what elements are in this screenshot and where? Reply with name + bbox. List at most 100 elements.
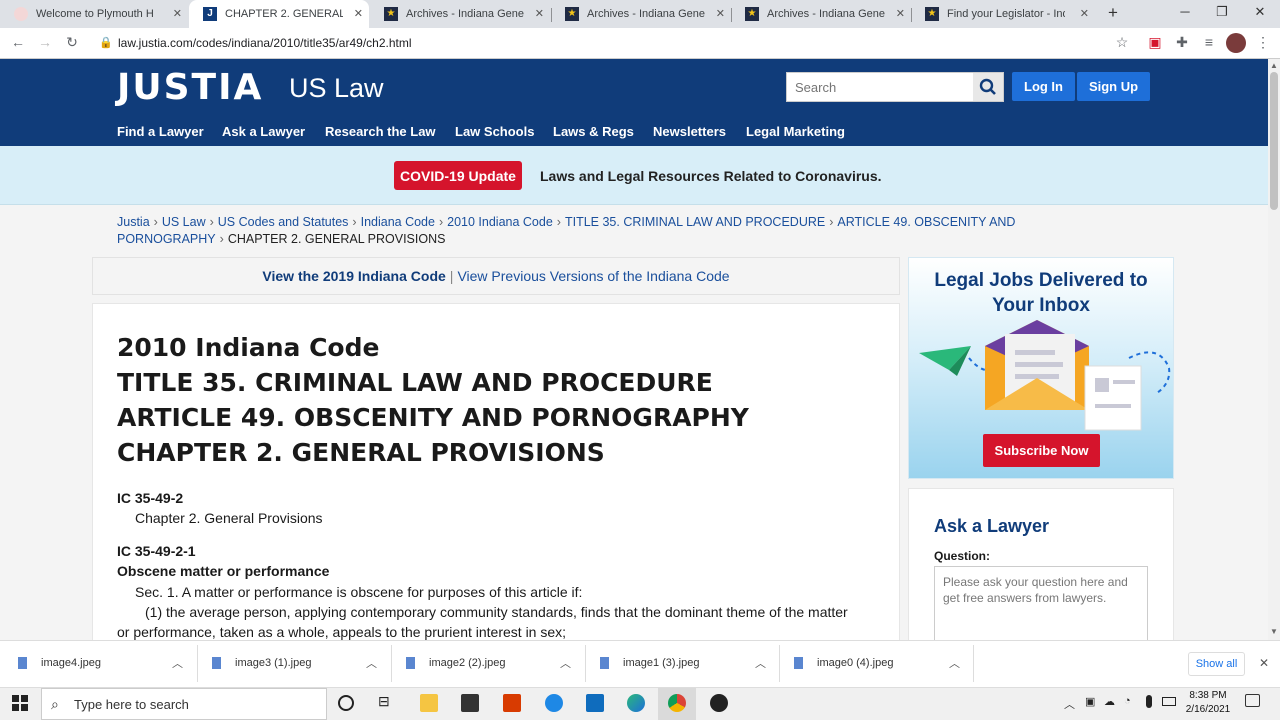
nav-laws-regs[interactable]: Laws & Regs xyxy=(553,124,634,139)
taskbar-clock[interactable]: 8:38 PM 2/16/2021 xyxy=(1177,689,1239,717)
close-window-icon[interactable]: ✕ xyxy=(1250,4,1270,20)
extensions-puzzle-icon[interactable]: ✚ xyxy=(1173,34,1191,51)
microphone-icon[interactable] xyxy=(1146,695,1152,708)
battery-icon[interactable] xyxy=(1162,697,1176,706)
breadcrumb-separator-icon: › xyxy=(219,232,224,246)
tray-chevron-up-icon[interactable]: ︿ xyxy=(1064,696,1075,712)
previous-versions-link[interactable]: View Previous Versions of the Indiana Co… xyxy=(457,268,729,284)
close-downloads-icon[interactable]: ✕ xyxy=(1259,656,1269,670)
breadcrumb-2010-code[interactable]: 2010 Indiana Code xyxy=(447,215,553,229)
chevron-up-icon[interactable]: ︿ xyxy=(366,655,377,671)
search-icon: ⌕ xyxy=(51,696,59,712)
current-version-link[interactable]: View the 2019 Indiana Code xyxy=(262,268,445,284)
url-field[interactable]: law.justia.com/codes/indiana/2010/title3… xyxy=(118,36,412,50)
notification-center-icon[interactable] xyxy=(1245,694,1260,707)
restore-icon[interactable]: ❐ xyxy=(1212,4,1232,20)
extension-shield-icon[interactable]: ▣ xyxy=(1146,34,1164,51)
chrome-icon[interactable] xyxy=(668,694,686,712)
bookmark-star-icon[interactable]: ☆ xyxy=(1113,34,1131,51)
download-item[interactable]: image1 (3).jpeg xyxy=(600,657,699,669)
nav-research-law[interactable]: Research the Law xyxy=(325,124,436,139)
close-tab-icon[interactable]: ✕ xyxy=(173,7,182,20)
back-icon[interactable]: ← xyxy=(9,34,27,50)
menu-kebab-icon[interactable]: ⋮ xyxy=(1254,34,1272,51)
lock-icon[interactable]: 🔒 xyxy=(97,36,115,49)
network-icon[interactable]: ◔ xyxy=(1124,695,1131,707)
mail-icon[interactable] xyxy=(586,694,604,712)
app-icon[interactable] xyxy=(545,694,563,712)
scroll-down-icon[interactable]: ▼ xyxy=(1270,627,1278,636)
tab-find-legislator[interactable]: ★ Find your Legislator - Indian ✕ xyxy=(911,0,1095,28)
subscribe-now-button[interactable]: Subscribe Now xyxy=(983,434,1100,467)
tab-chapter-2[interactable]: J CHAPTER 2. GENERAL PROVI ✕ xyxy=(189,0,369,28)
nav-newsletters[interactable]: Newsletters xyxy=(653,124,726,139)
download-item[interactable]: image0 (4).jpeg xyxy=(794,657,893,669)
chapter-heading: CHAPTER 2. GENERAL PROVISIONS xyxy=(117,438,605,467)
minimize-icon[interactable]: ─ xyxy=(1175,4,1195,19)
justia-logo[interactable]: JUSTIA xyxy=(117,67,263,108)
section-text: or performance, taken as a whole, appeal… xyxy=(117,624,567,640)
search-input[interactable] xyxy=(787,73,973,101)
tab-archives-3[interactable]: ★ Archives - Indiana General A ✕ xyxy=(731,0,911,28)
nav-find-lawyer[interactable]: Find a Lawyer xyxy=(117,124,204,139)
download-item[interactable]: image2 (2).jpeg xyxy=(406,657,505,669)
reading-list-icon[interactable]: ≡ xyxy=(1200,34,1218,50)
breadcrumb-us-law[interactable]: US Law xyxy=(162,215,206,229)
close-tab-icon[interactable]: ✕ xyxy=(896,7,905,20)
store-icon[interactable] xyxy=(461,694,479,712)
question-textarea[interactable]: Please ask your question here and get fr… xyxy=(934,566,1148,646)
download-item[interactable]: image3 (1).jpeg xyxy=(212,657,311,669)
tab-archives-1[interactable]: ★ Archives - Indiana General A ✕ xyxy=(370,0,550,28)
justia-favicon-icon: J xyxy=(203,7,217,21)
scroll-up-icon[interactable]: ▲ xyxy=(1270,61,1278,70)
signup-button[interactable]: Sign Up xyxy=(1077,72,1150,101)
section-text: (1) the average person, applying contemp… xyxy=(145,604,848,620)
show-all-downloads-button[interactable]: Show all xyxy=(1188,652,1245,676)
nav-law-schools[interactable]: Law Schools xyxy=(455,124,534,139)
close-tab-icon[interactable]: ✕ xyxy=(535,7,544,20)
browser-tab-strip: Welcome to Plymouth High S ✕ J CHAPTER 2… xyxy=(0,0,1280,28)
scrollbar-thumb[interactable] xyxy=(1270,72,1278,210)
logo-subtitle[interactable]: US Law xyxy=(289,73,384,104)
reload-icon[interactable]: ↻ xyxy=(63,34,81,51)
nav-legal-marketing[interactable]: Legal Marketing xyxy=(746,124,845,139)
section-text: Sec. 1. A matter or performance is obsce… xyxy=(135,584,583,600)
close-tab-icon[interactable]: ✕ xyxy=(1080,7,1089,20)
windows-start-icon[interactable] xyxy=(12,695,28,716)
download-item[interactable]: image4.jpeg xyxy=(18,657,101,669)
tray-app-icon[interactable]: ▣ xyxy=(1085,695,1095,708)
new-tab-icon[interactable]: + xyxy=(1103,3,1123,23)
breadcrumb-title-35[interactable]: TITLE 35. CRIMINAL LAW AND PROCEDURE xyxy=(565,215,825,229)
login-button[interactable]: Log In xyxy=(1012,72,1075,101)
forward-icon[interactable]: → xyxy=(36,34,54,50)
breadcrumb-indiana-code[interactable]: Indiana Code xyxy=(361,215,435,229)
covid-update-button[interactable]: COVID-19 Update xyxy=(394,161,522,190)
taskbar-search[interactable]: ⌕ Type here to search xyxy=(41,688,327,720)
star-favicon-icon: ★ xyxy=(565,7,579,21)
chevron-up-icon[interactable]: ︿ xyxy=(560,655,571,671)
tab-plymouth-high[interactable]: Welcome to Plymouth High S ✕ xyxy=(0,0,188,28)
breadcrumb-us-codes[interactable]: US Codes and Statutes xyxy=(218,215,349,229)
breadcrumb-justia[interactable]: Justia xyxy=(117,215,150,229)
office-icon[interactable] xyxy=(503,694,521,712)
chevron-up-icon[interactable]: ︿ xyxy=(755,655,766,671)
close-tab-icon[interactable]: ✕ xyxy=(716,7,725,20)
onedrive-cloud-icon[interactable]: ☁ xyxy=(1104,695,1115,708)
covid-banner-text[interactable]: Laws and Legal Resources Related to Coro… xyxy=(540,168,882,184)
close-tab-icon[interactable]: ✕ xyxy=(354,7,363,20)
nav-ask-lawyer[interactable]: Ask a Lawyer xyxy=(222,124,305,139)
app-icon[interactable] xyxy=(710,694,728,712)
chevron-up-icon[interactable]: ︿ xyxy=(172,655,183,671)
file-explorer-icon[interactable] xyxy=(420,694,438,712)
task-view-icon[interactable]: ⊟ xyxy=(378,693,396,711)
chevron-up-icon[interactable]: ︿ xyxy=(949,655,960,671)
profile-avatar-icon[interactable] xyxy=(1226,33,1246,53)
image-file-icon xyxy=(212,657,221,669)
section-text: Chapter 2. General Provisions xyxy=(135,510,323,526)
tab-archives-2[interactable]: ★ Archives - Indiana General A ✕ xyxy=(551,0,731,28)
breadcrumb-separator-icon: › xyxy=(556,215,561,229)
edge-icon[interactable] xyxy=(627,694,645,712)
cortana-icon[interactable] xyxy=(338,695,354,711)
search-button[interactable] xyxy=(973,73,1003,101)
site-search xyxy=(786,72,1004,102)
